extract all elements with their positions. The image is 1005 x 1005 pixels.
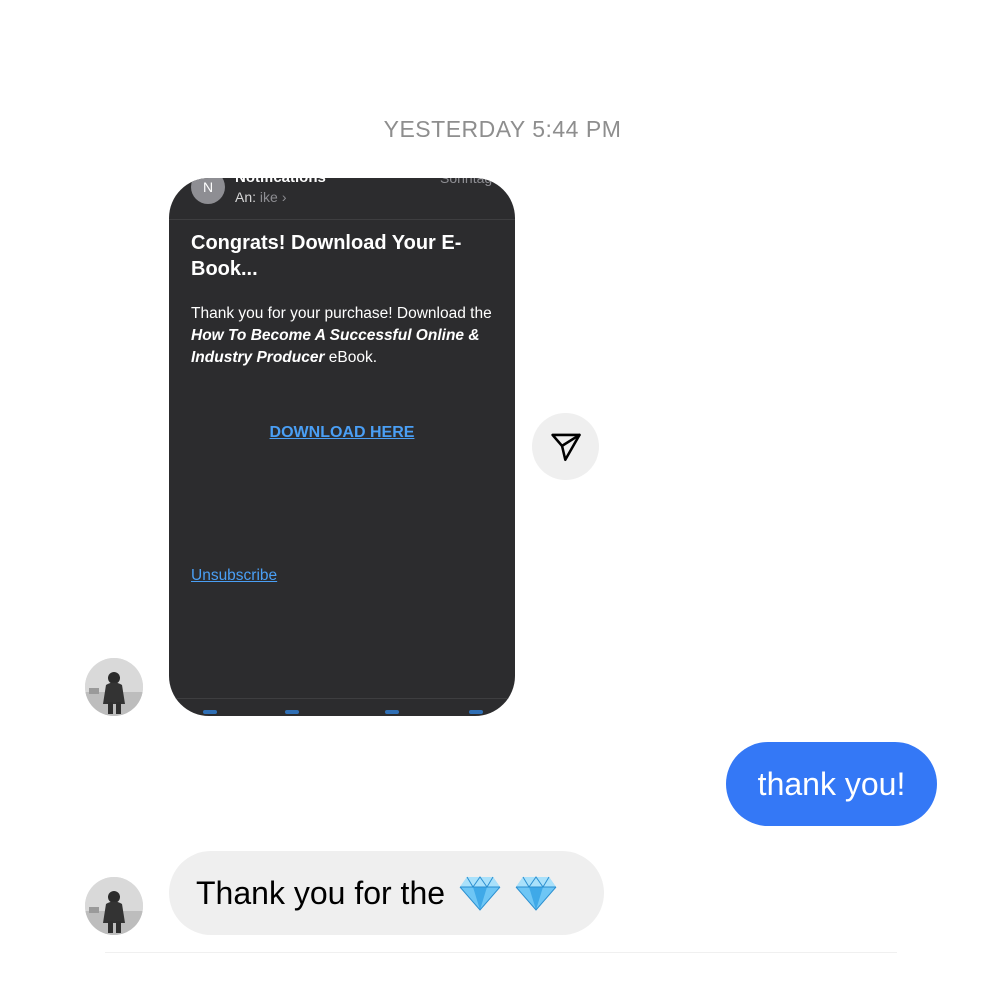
sender-name: Notifications <box>235 178 326 186</box>
toolbar-icon <box>285 710 299 714</box>
mail-toolbar-divider <box>169 698 515 699</box>
share-button[interactable] <box>532 413 599 480</box>
sender-avatar: N <box>191 178 225 204</box>
mail-toolbar <box>199 710 499 716</box>
toolbar-icon <box>203 710 217 714</box>
toolbar-icon <box>385 710 399 714</box>
gem-stone-icon <box>459 875 501 911</box>
gem-stone-icon <box>515 875 557 911</box>
email-date: Sonntag <box>440 178 493 186</box>
shared-email-screenshot[interactable]: N Notifications Sonntag An: ike› Congrat… <box>169 178 515 716</box>
chevron-right-icon: › <box>281 189 287 205</box>
avatar[interactable] <box>85 658 143 716</box>
toolbar-icon <box>469 710 483 714</box>
email-body-suffix: eBook. <box>324 349 378 366</box>
paper-plane-icon <box>550 433 581 461</box>
sent-message-bubble[interactable]: thank you! <box>726 742 937 826</box>
download-here-link[interactable]: DOWNLOAD HERE <box>169 424 515 442</box>
recipient-row: An: ike › <box>235 189 286 205</box>
to-label: An: <box>235 189 257 205</box>
email-subject: Congrats! Download Your E-Book... <box>191 232 462 280</box>
composer-divider <box>105 952 897 953</box>
timestamp: YESTERDAY 5:44 PM <box>383 116 622 142</box>
received-message-text: Thank you for the <box>196 874 446 911</box>
email-body-prefix: Thank you for your purchase! Download th… <box>191 305 492 322</box>
sent-message-text: thank you! <box>757 765 906 802</box>
header-divider <box>169 219 515 220</box>
received-message-bubble[interactable]: Thank you for the <box>169 851 604 935</box>
email-body: Thank you for your purchase! Download th… <box>191 303 501 369</box>
recipient-name: ike <box>259 189 278 205</box>
unsubscribe-link[interactable]: Unsubscribe <box>191 567 277 585</box>
avatar[interactable] <box>85 877 143 935</box>
email-header: N Notifications Sonntag An: ike› <box>169 178 515 220</box>
